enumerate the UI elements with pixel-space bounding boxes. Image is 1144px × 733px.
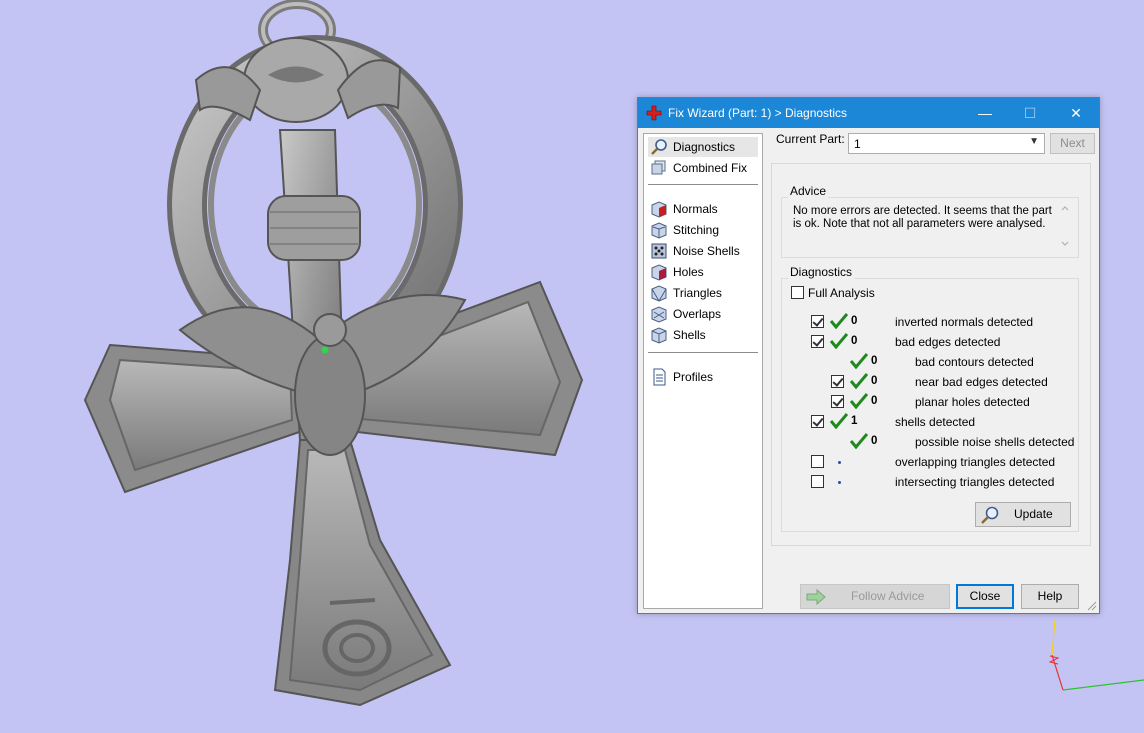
nav-item-stitching[interactable]: Stitching	[648, 220, 758, 240]
holes-cube-icon	[651, 264, 667, 281]
chevron-down-icon: ▼	[1029, 136, 1039, 147]
advice-text: No more errors are detected. It seems th…	[793, 205, 1052, 230]
nav-item-profiles[interactable]: Profiles	[648, 367, 758, 387]
close-window-button[interactable]: ✕	[1053, 98, 1099, 128]
planar-holes-count: 0	[871, 395, 878, 407]
axis-triad	[1048, 619, 1144, 691]
overlapping-triangles-checkbox[interactable]	[811, 455, 824, 468]
nav-item-holes[interactable]: Holes	[648, 262, 758, 282]
pending-dot-icon	[838, 481, 841, 484]
overlaps-cube-icon	[651, 306, 667, 323]
bad-contours-label: bad contours detected	[915, 355, 1034, 369]
green-check-icon	[850, 433, 868, 449]
shells-cube-icon	[651, 327, 667, 344]
magnifier-icon	[981, 506, 999, 524]
green-check-icon	[830, 313, 848, 329]
pending-dot-icon	[838, 461, 841, 464]
normals-cube-icon	[651, 201, 667, 218]
follow-advice-button[interactable]: Follow Advice	[800, 584, 950, 609]
shells-checkbox[interactable]	[811, 415, 824, 428]
overlapping-triangles-label: overlapping triangles detected	[895, 455, 1056, 469]
bad-edges-checkbox[interactable]	[811, 335, 824, 348]
arrow-right-icon	[806, 589, 826, 605]
inverted-normals-count: 0	[851, 315, 858, 327]
title-bar[interactable]: Fix Wizard (Part: 1) > Diagnostics — ☐ ✕	[638, 98, 1099, 128]
nav-item-noise-shells[interactable]: Noise Shells	[648, 241, 758, 261]
noise-shells-label: possible noise shells detected	[915, 435, 1075, 449]
green-check-icon	[850, 393, 868, 409]
red-cross-icon	[646, 105, 662, 121]
fix-wizard-dialog: Fix Wizard (Part: 1) > Diagnostics — ☐ ✕…	[637, 97, 1100, 614]
planar-holes-checkbox[interactable]	[831, 395, 844, 408]
noise-shells-icon	[651, 243, 667, 259]
next-button[interactable]: Next	[1050, 133, 1095, 154]
nav-item-diagnostics[interactable]: Diagnostics	[648, 137, 758, 157]
intersecting-triangles-label: intersecting triangles detected	[895, 475, 1055, 489]
document-icon	[653, 368, 666, 386]
green-check-icon	[830, 333, 848, 349]
bad-edges-count: 0	[851, 335, 858, 347]
combined-fix-icon	[651, 160, 666, 175]
resize-grip-icon[interactable]	[1087, 601, 1097, 611]
full-analysis-label: Full Analysis	[808, 286, 875, 300]
nav-item-triangles[interactable]: Triangles	[648, 283, 758, 303]
nav-item-normals[interactable]: Normals	[648, 199, 758, 219]
diagnostics-legend: Diagnostics	[788, 265, 855, 279]
green-check-icon	[850, 353, 868, 369]
nav-item-combined-fix[interactable]: Combined Fix	[648, 158, 758, 178]
advice-scrollbar[interactable]	[1058, 202, 1072, 250]
green-check-icon	[830, 413, 848, 429]
nav-item-shells[interactable]: Shells	[648, 325, 758, 345]
ankh-model[interactable]	[83, 0, 584, 707]
full-analysis-checkbox[interactable]	[791, 286, 804, 299]
update-label: Update	[1014, 507, 1053, 521]
update-button[interactable]: Update	[975, 502, 1071, 527]
maximize-button[interactable]: ☐	[1007, 98, 1053, 128]
green-check-icon	[850, 373, 868, 389]
follow-advice-label: Follow Advice	[851, 589, 925, 603]
advice-legend: Advice	[788, 184, 829, 198]
help-button[interactable]: Help	[1021, 584, 1079, 609]
near-bad-edges-label: near bad edges detected	[915, 375, 1048, 389]
shells-label: shells detected	[895, 415, 976, 429]
planar-holes-label: planar holes detected	[915, 395, 1030, 409]
noise-shells-count: 0	[871, 435, 878, 447]
current-part-value: 1	[854, 137, 861, 151]
shells-count: 1	[851, 415, 858, 427]
dialog-title: Fix Wizard (Part: 1) > Diagnostics	[668, 106, 848, 120]
current-part-label: Current Part:	[776, 132, 845, 146]
nav-separator	[648, 352, 758, 353]
triangles-cube-icon	[651, 285, 667, 302]
current-part-select[interactable]: 1 ▼	[848, 133, 1045, 154]
close-button[interactable]: Close	[956, 584, 1014, 609]
fix-wizard-nav: Diagnostics Combined Fix Normals Stitchi…	[643, 133, 763, 609]
stitching-cube-icon	[651, 222, 667, 239]
magnifier-icon	[651, 139, 667, 155]
inverted-normals-checkbox[interactable]	[811, 315, 824, 328]
inverted-normals-label: inverted normals detected	[895, 315, 1034, 329]
minimize-button[interactable]: —	[962, 98, 1008, 128]
bad-contours-count: 0	[871, 355, 878, 367]
bad-edges-label: bad edges detected	[895, 335, 1001, 349]
near-bad-edges-count: 0	[871, 375, 878, 387]
nav-item-overlaps[interactable]: Overlaps	[648, 304, 758, 324]
intersecting-triangles-checkbox[interactable]	[811, 475, 824, 488]
nav-separator	[648, 184, 758, 185]
near-bad-edges-checkbox[interactable]	[831, 375, 844, 388]
